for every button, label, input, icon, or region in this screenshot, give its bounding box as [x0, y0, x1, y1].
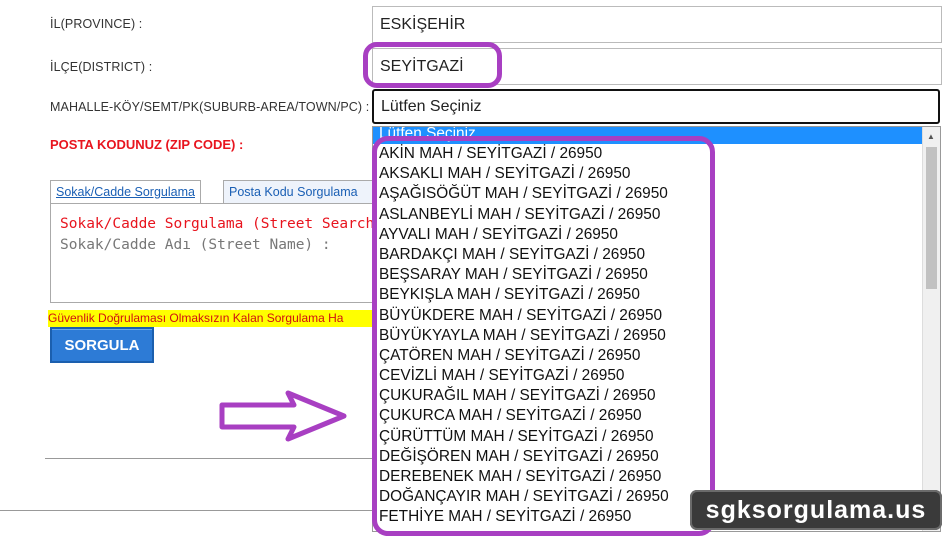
- divider: [45, 458, 375, 459]
- suburb-label: MAHALLE-KÖY/SEMT/PK(SUBURB-AREA/TOWN/PC)…: [50, 100, 370, 114]
- security-warning: Güvenlik Doğrulaması Olmaksızın Kalan So…: [48, 310, 378, 327]
- street-name-label: Sokak/Cadde Adı (Street Name) :: [60, 237, 331, 253]
- tab-street-search[interactable]: Sokak/Cadde Sorgulama: [50, 180, 201, 203]
- province-label: İL(PROVINCE) :: [50, 17, 143, 31]
- province-field[interactable]: ESKİŞEHİR: [372, 6, 942, 43]
- district-highlight: [363, 42, 502, 88]
- zip-code-label: POSTA KODUNUZ (ZIP CODE) :: [50, 137, 244, 152]
- street-search-title: Sokak/Cadde Sorgulama (Street Search): [60, 216, 384, 232]
- divider: [0, 510, 375, 511]
- suburb-select[interactable]: Lütfen Seçiniz: [372, 89, 940, 124]
- scroll-up-icon[interactable]: ▲: [927, 132, 935, 141]
- query-button[interactable]: SORGULA: [50, 327, 154, 363]
- options-highlight: [372, 136, 715, 536]
- watermark: sgksorgulama.us: [690, 490, 942, 530]
- district-label: İLÇE(DISTRICT) :: [50, 60, 153, 74]
- arrow-icon: [219, 390, 347, 442]
- scrollbar[interactable]: ▲: [922, 127, 940, 531]
- tab-postcode-search[interactable]: Posta Kodu Sorgulama: [223, 180, 383, 203]
- scrollbar-thumb[interactable]: [926, 147, 937, 289]
- street-search-panel: Sokak/Cadde Sorgulama (Street Search) So…: [50, 203, 390, 303]
